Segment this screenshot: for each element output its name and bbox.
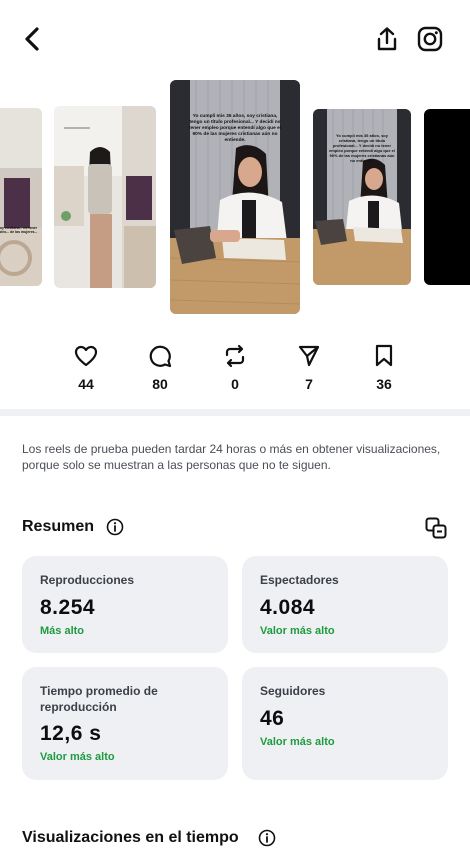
card-comparison: Valor más alto — [260, 736, 335, 748]
card-label: Tiempo promedio de reproducción — [40, 684, 158, 714]
top-bar — [0, 0, 470, 78]
share-icon — [377, 27, 397, 51]
card-label: Espectadores — [260, 573, 339, 587]
send-icon — [298, 345, 320, 367]
card-label: Reproducciones — [40, 573, 135, 587]
card-label: Seguidores — [260, 684, 326, 698]
save-icon — [375, 344, 393, 367]
saves-count: 36 — [376, 376, 392, 392]
summary-header: Resumen — [22, 516, 448, 540]
likes-count: 44 — [78, 376, 94, 392]
reel-thumbnail-current[interactable]: Yo cumplí mis 35 años, soy cristiana, te… — [170, 80, 300, 314]
reel-carousel[interactable]: ... soy cristiana... no tener empleo... … — [0, 78, 470, 318]
card-value: 12,6 s — [40, 722, 102, 745]
views-over-time-title: Visualizaciones en el tiempo — [22, 829, 239, 846]
engagement-stats: 44 80 0 7 36 — [0, 344, 470, 400]
comment-icon — [149, 345, 172, 368]
shares-count: 7 — [305, 376, 313, 392]
thumbnail-caption: ... soy cristiana... no tener empleo... … — [0, 226, 38, 235]
compare-icon[interactable] — [424, 516, 448, 540]
plays-card[interactable]: Reproducciones 8.254 Más alto — [22, 556, 228, 653]
info-icon[interactable] — [258, 829, 276, 847]
viewers-card[interactable]: Espectadores 4.084 Valor más alto — [242, 556, 448, 653]
instagram-icon — [417, 26, 443, 52]
chevron-left-icon — [25, 27, 39, 51]
thumbnail-image — [54, 106, 156, 288]
shares-stat: 7 — [279, 344, 339, 392]
reposts-count: 0 — [231, 376, 239, 392]
reel-thumbnail-standing[interactable] — [54, 106, 156, 288]
repost-icon — [225, 344, 245, 368]
back-button[interactable] — [18, 24, 48, 54]
instagram-button[interactable] — [415, 24, 445, 54]
card-value: 46 — [260, 707, 285, 730]
card-comparison: Valor más alto — [40, 751, 115, 763]
heart-icon — [74, 345, 98, 367]
card-value: 4.084 — [260, 596, 316, 619]
followers-card[interactable]: Seguidores 46 Valor más alto — [242, 667, 448, 780]
card-comparison: Más alto — [40, 625, 85, 637]
reposts-stat: 0 — [205, 344, 265, 392]
thumbnail-image — [0, 108, 42, 286]
likes-stat: 44 — [56, 344, 116, 392]
section-divider — [0, 409, 470, 416]
card-comparison: Valor más alto — [260, 625, 335, 637]
summary-title: Resumen — [22, 518, 95, 535]
card-value: 8.254 — [40, 596, 96, 619]
share-button[interactable] — [372, 24, 402, 54]
reel-thumbnail-previous[interactable]: ... soy cristiana... no tener empleo... … — [0, 108, 42, 286]
comments-stat: 80 — [130, 344, 190, 392]
thumbnail-caption: Yo cumplí mis 35 años, soy cristiana, te… — [188, 114, 282, 143]
thumbnail-caption: Yo cumplí mis 35 años, soy cristiana, te… — [328, 133, 395, 163]
comments-count: 80 — [152, 376, 168, 392]
trial-reels-note: Los reels de prueba pueden tardar 24 hor… — [22, 442, 441, 472]
reel-thumbnail-next[interactable]: Yo cumplí mis 35 años, soy cristiana, te… — [313, 109, 411, 285]
avg-watch-time-card[interactable]: Tiempo promedio de reproducción 12,6 s V… — [22, 667, 228, 780]
reel-thumbnail-dark[interactable] — [424, 109, 470, 285]
views-over-time-header: Visualizaciones en el tiempo — [22, 827, 322, 851]
saves-stat: 36 — [354, 344, 414, 392]
info-icon[interactable] — [106, 518, 124, 536]
